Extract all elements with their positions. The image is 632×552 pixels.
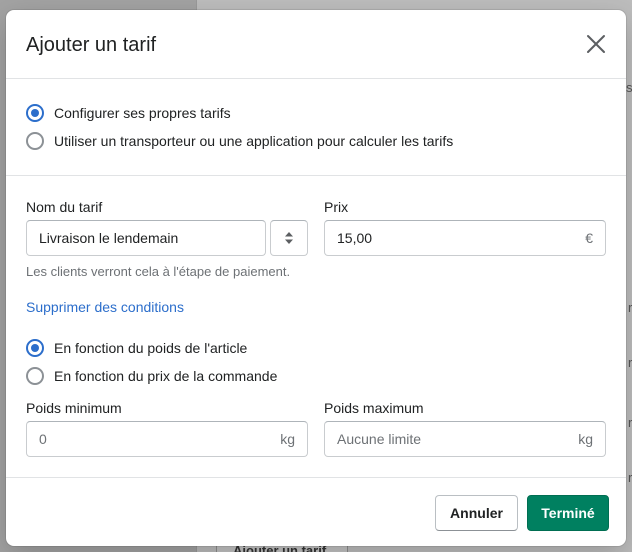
rate-type-section: Configurer ses propres tarifs Utiliser u…	[6, 80, 626, 176]
min-weight-label: Poids minimum	[26, 400, 122, 416]
background-edge-text: r	[628, 355, 632, 370]
done-button[interactable]: Terminé	[527, 495, 609, 531]
remove-conditions-link[interactable]: Supprimer des conditions	[26, 299, 184, 315]
rate-name-help-text: Les clients verront cela à l'étape de pa…	[26, 264, 291, 279]
close-icon	[587, 35, 605, 53]
min-weight-placeholder: 0	[39, 431, 47, 447]
max-weight-placeholder: Aucune limite	[337, 431, 422, 447]
modal-header: Ajouter un tarif	[6, 10, 626, 79]
price-label: Prix	[324, 199, 349, 215]
modal-title: Ajouter un tarif	[26, 34, 157, 56]
close-button[interactable]	[584, 32, 608, 56]
max-weight-label: Poids maximum	[324, 400, 424, 416]
select-arrows-icon	[285, 232, 293, 244]
background-edge-text: r	[628, 300, 632, 315]
background-edge-text: r	[628, 470, 632, 485]
min-weight-unit: kg	[280, 431, 295, 447]
rate-name-selector[interactable]	[270, 220, 308, 256]
cancel-button[interactable]: Annuler	[435, 495, 518, 531]
max-weight-input[interactable]: Aucune limite kg	[324, 421, 606, 457]
radio-button[interactable]	[26, 367, 44, 385]
add-rate-modal: Ajouter un tarif Configurer ses propres …	[6, 10, 626, 546]
modal-footer: Annuler Terminé	[6, 477, 626, 546]
radio-weight-based[interactable]: En fonction du poids de l'article	[26, 339, 247, 357]
currency-suffix: €	[585, 230, 593, 246]
radio-button[interactable]	[26, 132, 44, 150]
background-edge-text: s	[626, 80, 632, 95]
radio-custom-rates[interactable]: Configurer ses propres tarifs	[26, 104, 231, 122]
rate-name-value: Livraison le lendemain	[39, 230, 179, 246]
rate-name-label: Nom du tarif	[26, 199, 103, 215]
price-input[interactable]: 15,00 €	[324, 220, 606, 256]
radio-carrier-app[interactable]: Utiliser un transporteur ou une applicat…	[26, 132, 453, 150]
price-value: 15,00	[337, 230, 373, 246]
radio-button-checked[interactable]	[26, 339, 44, 357]
max-weight-unit: kg	[578, 431, 593, 447]
rate-name-input[interactable]: Livraison le lendemain	[26, 220, 266, 256]
radio-label: Utiliser un transporteur ou une applicat…	[54, 133, 454, 149]
radio-label: En fonction du prix de la commande	[54, 368, 278, 384]
min-weight-input[interactable]: 0 kg	[26, 421, 308, 457]
radio-label: Configurer ses propres tarifs	[54, 105, 231, 121]
radio-label: En fonction du poids de l'article	[54, 340, 248, 356]
radio-price-based[interactable]: En fonction du prix de la commande	[26, 367, 277, 385]
radio-button-checked[interactable]	[26, 104, 44, 122]
background-edge-text: r	[628, 415, 632, 430]
